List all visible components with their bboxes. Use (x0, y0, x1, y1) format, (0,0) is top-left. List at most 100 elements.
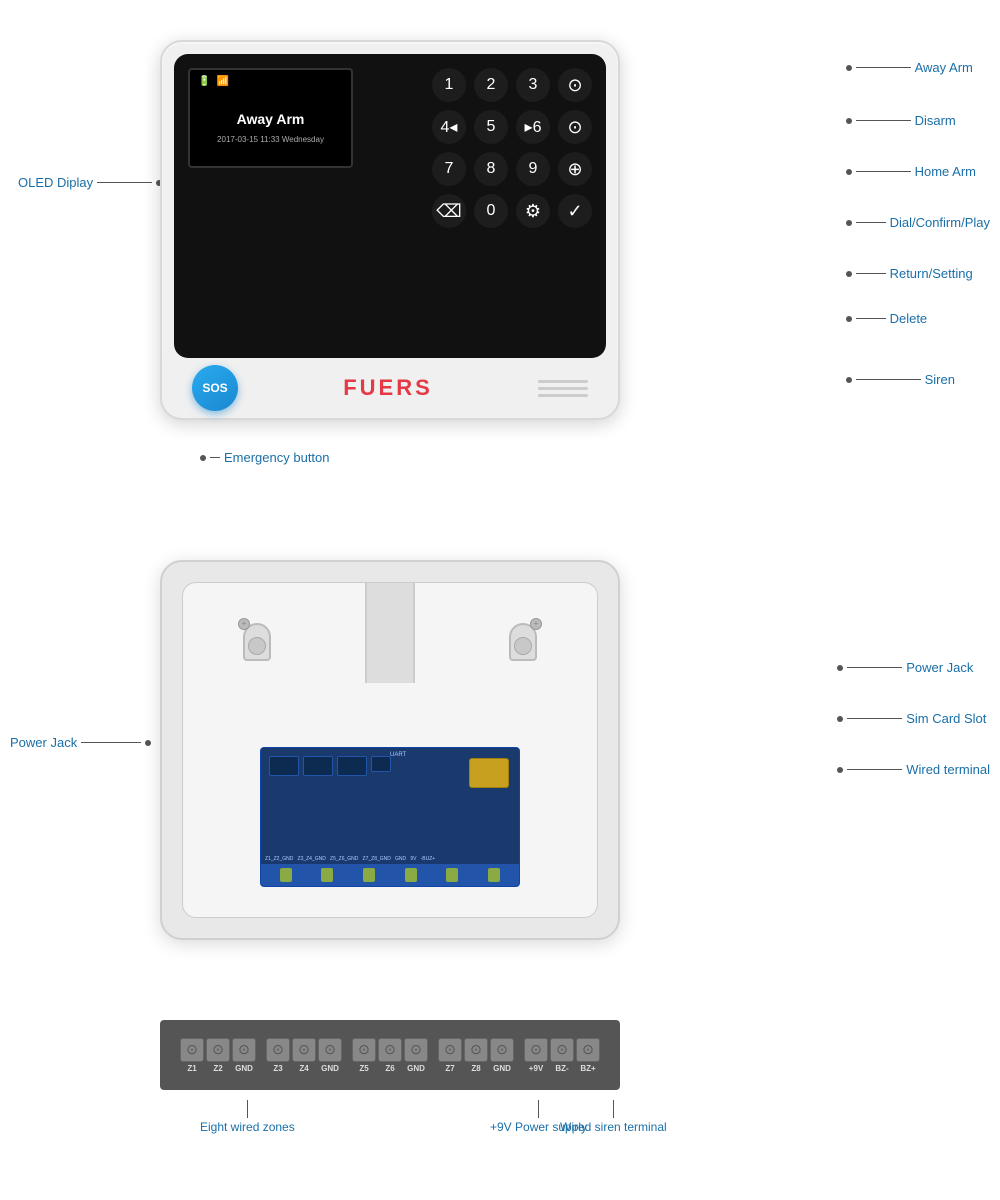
away-arm-label: Away Arm (915, 60, 973, 75)
key-away-arm[interactable]: ⊙ (558, 68, 592, 102)
delete-label: Delete (890, 311, 928, 326)
pcb-pin-3 (363, 868, 375, 882)
label-BZminus: BZ- (555, 1064, 568, 1073)
terminal-Z1: Z1 (180, 1038, 204, 1073)
wifi-icon: 📶 (216, 76, 228, 87)
dial-annotation: Dial/Confirm/Play (846, 215, 990, 230)
oled-status: Away Arm (237, 111, 305, 127)
disarm-annotation: Disarm (846, 113, 990, 128)
pcb-pin-2 (321, 868, 333, 882)
label-Z4: Z4 (299, 1064, 308, 1073)
power-jack-right-dot (837, 665, 843, 671)
eight-wired-zones-annotation: Eight wired zones (200, 1100, 295, 1134)
power-jack-left-label: Power Jack (10, 735, 77, 750)
emergency-dot (200, 455, 206, 461)
key-disarm[interactable]: ⊙ (558, 110, 592, 144)
key-7[interactable]: 7 (432, 152, 466, 186)
terminal-GND1: GND (232, 1038, 256, 1073)
sos-button[interactable]: SOS (192, 365, 238, 411)
pcb-chip-2 (303, 756, 333, 776)
terminal-BZminus: BZ- (550, 1038, 574, 1073)
wired-terminal-label: Wired terminal (906, 762, 990, 777)
key-8[interactable]: 8 (474, 152, 508, 186)
screw-Z7 (438, 1038, 462, 1062)
terminal-Z4: Z4 (292, 1038, 316, 1073)
emergency-line (210, 457, 220, 458)
back-panel-section: Power Jack (0, 540, 1000, 970)
pcb-zone-labels: Z1_Z2_GND Z3_Z4_GND Z5_Z6_GND Z7_Z8_GND … (265, 856, 435, 862)
terminal-section: Z1 Z2 GND Z3 Z4 (0, 1000, 1000, 1180)
label-Z2: Z2 (213, 1064, 222, 1073)
battery-icon: 🔋 (198, 76, 210, 87)
return-label: Return/Setting (890, 266, 973, 281)
key-2[interactable]: 2 (474, 68, 508, 102)
siren-label: Siren (925, 372, 955, 387)
terminal-Z5: Z5 (352, 1038, 376, 1073)
return-dot (846, 271, 852, 277)
screw-GND2 (318, 1038, 342, 1062)
terminal-Z2: Z2 (206, 1038, 230, 1073)
brand-text: FUERS (343, 375, 433, 401)
emergency-label: Emergency button (224, 450, 330, 465)
away-arm-annotation: Away Arm (846, 60, 990, 75)
back-inner: UART Z1_Z2_GND Z3_Z4_GND Z5_Z6_GND Z7_Z8… (182, 582, 598, 918)
screw-Z6 (378, 1038, 402, 1062)
siren-line-2 (538, 387, 588, 390)
right-front-annotations: Away Arm Disarm Home Arm Dial/Confirm/Pl… (846, 60, 990, 387)
label-GND2: GND (321, 1064, 339, 1073)
label-Z1: Z1 (187, 1064, 196, 1073)
delete-line (856, 318, 886, 319)
pcb-pin-6 (488, 868, 500, 882)
right-back-annotations: Power Jack Sim Card Slot Wired terminal (837, 660, 990, 777)
key-3[interactable]: 3 (516, 68, 550, 102)
pcb-uart-label: UART (390, 752, 406, 758)
label-GND3: GND (407, 1064, 425, 1073)
sim-card-line (847, 718, 902, 719)
device-back: UART Z1_Z2_GND Z3_Z4_GND Z5_Z6_GND Z7_Z8… (160, 560, 620, 940)
key-6[interactable]: ▸6 (516, 110, 550, 144)
sim-card-annotation: Sim Card Slot (837, 711, 990, 726)
pcb-pin-5 (446, 868, 458, 882)
return-annotation: Return/Setting (846, 266, 990, 281)
key-delete[interactable]: ⌫ (432, 194, 466, 228)
pcb-pin-1 (280, 868, 292, 882)
device-front: 🔋 📶 Away Arm 2017-03-15 11:33 Wednesday … (160, 40, 620, 420)
key-5[interactable]: 5 (474, 110, 508, 144)
oled-line (97, 182, 152, 183)
key-9[interactable]: 9 (516, 152, 550, 186)
terminal-Z7: Z7 (438, 1038, 462, 1073)
key-setting[interactable]: ⚙ (516, 194, 550, 228)
home-arm-line (856, 171, 911, 172)
key-0[interactable]: 0 (474, 194, 508, 228)
main-container: OLED Diplay 🔋 📶 Away Arm 2017-03-15 11:3… (0, 0, 1000, 1200)
device-bottom: SOS FUERS (162, 358, 618, 418)
terminal-GND2: GND (318, 1038, 342, 1073)
key-4[interactable]: 4◂ (432, 110, 466, 144)
terminal-9V: +9V (524, 1038, 548, 1073)
key-1[interactable]: 1 (432, 68, 466, 102)
screw-top-right (530, 618, 542, 630)
wired-terminal-annotation: Wired terminal (837, 762, 990, 777)
wired-siren-label: Wired siren terminal (560, 1120, 667, 1134)
label-Z6: Z6 (385, 1064, 394, 1073)
power-jack-right-label: Power Jack (906, 660, 973, 675)
screw-Z3 (266, 1038, 290, 1062)
disarm-label: Disarm (915, 113, 956, 128)
screw-BZplus (576, 1038, 600, 1062)
eight-zones-label: Eight wired zones (200, 1120, 295, 1134)
label-GND4: GND (493, 1064, 511, 1073)
key-confirm[interactable]: ✓ (558, 194, 592, 228)
away-arm-line (856, 67, 911, 68)
dial-label: Dial/Confirm/Play (890, 215, 990, 230)
wired-terminal-line (847, 769, 902, 770)
back-cable (365, 583, 415, 683)
disarm-dot (846, 118, 852, 124)
label-BZplus: BZ+ (580, 1064, 595, 1073)
pcb-sim-slot (469, 758, 509, 788)
touch-panel: 🔋 📶 Away Arm 2017-03-15 11:33 Wednesday … (174, 54, 606, 358)
screw-Z5 (352, 1038, 376, 1062)
terminal-Z3: Z3 (266, 1038, 290, 1073)
siren-line-1 (538, 380, 588, 383)
label-GND1: GND (235, 1064, 253, 1073)
key-home-arm[interactable]: ⊕ (558, 152, 592, 186)
